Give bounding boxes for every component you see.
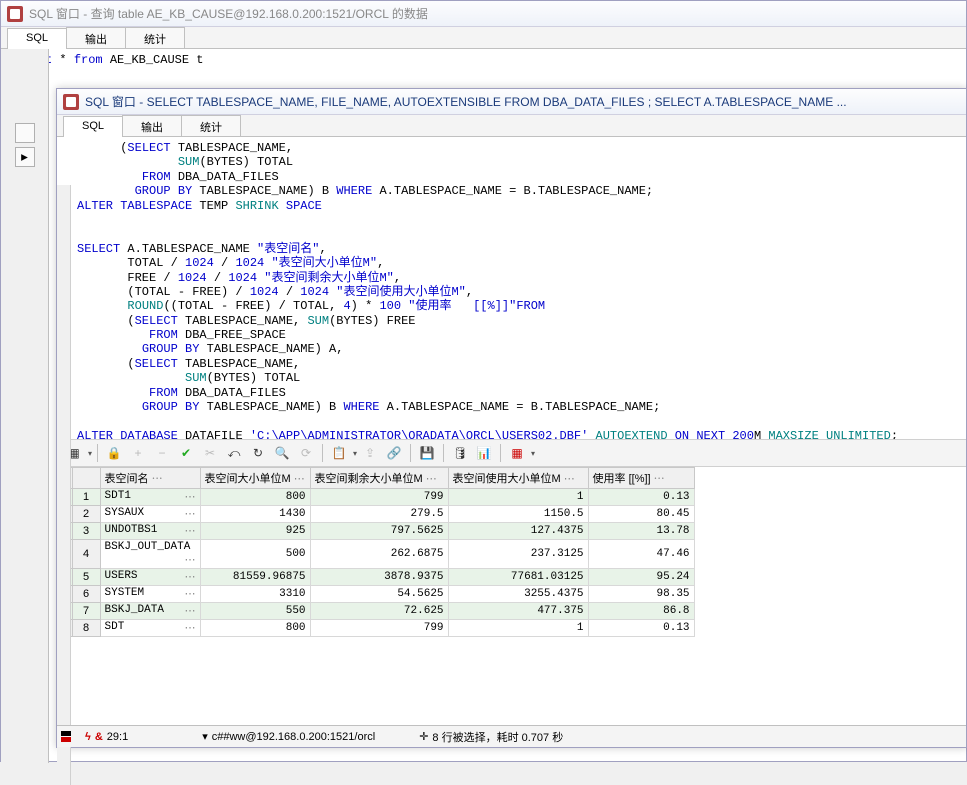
- tab-output-inner[interactable]: 输出: [122, 115, 182, 136]
- inner-sql-editor[interactable]: (SELECT TABLESPACE_NAME, SUM(BYTES) TOTA…: [57, 137, 966, 439]
- layout-button[interactable]: ▦: [506, 442, 528, 464]
- status-indicator-icon: [61, 731, 71, 742]
- error-icon: ϟ: [85, 731, 91, 743]
- inner-title: SQL 窗口 - SELECT TABLESPACE_NAME, FILE_NA…: [85, 93, 847, 110]
- find-button[interactable]: 🔍: [271, 442, 293, 464]
- db-button[interactable]: 🛢: [449, 442, 471, 464]
- cut-button[interactable]: ✂: [199, 442, 221, 464]
- inner-gutter: [57, 185, 71, 785]
- table-row[interactable]: 4BSKJ_OUT_DATA⋯500262.6875237.312547.46: [58, 540, 695, 569]
- sql-window-icon: [7, 6, 23, 22]
- delete-row-button[interactable]: −: [151, 442, 173, 464]
- gutter-button-1[interactable]: [15, 123, 35, 143]
- refresh-button[interactable]: ⟳: [295, 442, 317, 464]
- tab-output[interactable]: 输出: [66, 27, 126, 48]
- table-row[interactable]: 8SDT⋯80079910.13: [58, 620, 695, 637]
- redo-button[interactable]: ↻: [247, 442, 269, 464]
- save-button[interactable]: 💾: [416, 442, 438, 464]
- outer-tabs: SQL 输出 统计: [1, 27, 966, 49]
- lock-button[interactable]: 🔒: [103, 442, 125, 464]
- column-header[interactable]: 使用率 [[%]] ⋯: [588, 468, 694, 489]
- column-header[interactable]: 表空间使用大小单位M ⋯: [448, 468, 588, 489]
- gutter-button-2[interactable]: ▸: [15, 147, 35, 167]
- tab-stats[interactable]: 统计: [125, 27, 185, 48]
- commit-button[interactable]: ✔: [175, 442, 197, 464]
- column-header[interactable]: 表空间名 ⋯: [100, 468, 200, 489]
- link-button[interactable]: 🔗: [383, 442, 405, 464]
- outer-titlebar: SQL 窗口 - 查询 table AE_KB_CAUSE@192.168.0.…: [1, 1, 966, 27]
- table-row[interactable]: 2SYSAUX⋯1430279.51150.580.45: [58, 506, 695, 523]
- table-row[interactable]: 6SYSTEM⋯331054.56253255.437598.35: [58, 586, 695, 603]
- connection-label[interactable]: c##ww@192.168.0.200:1521/orcl: [212, 731, 375, 743]
- table-row[interactable]: 5USERS⋯81559.968753878.937577681.0312595…: [58, 569, 695, 586]
- table-row[interactable]: 7BSKJ_DATA⋯55072.625477.37586.8: [58, 603, 695, 620]
- add-row-button[interactable]: +: [127, 442, 149, 464]
- undo-button[interactable]: ⤺: [223, 442, 245, 464]
- status-message: 8 行被选择，耗时 0.707 秒: [432, 729, 563, 745]
- column-header[interactable]: 表空间大小单位M ⋯: [200, 468, 310, 489]
- table-row[interactable]: ▸1SDT1⋯80079910.13: [58, 489, 695, 506]
- inner-titlebar: SQL 窗口 - SELECT TABLESPACE_NAME, FILE_NA…: [57, 89, 966, 115]
- outer-title: SQL 窗口 - 查询 table AE_KB_CAUSE@192.168.0.…: [29, 5, 428, 22]
- table-row[interactable]: 3UNDOTBS1⋯925797.5625127.437513.78: [58, 523, 695, 540]
- sql-window-icon: [63, 94, 79, 110]
- crosshair-icon: ✛: [419, 730, 428, 743]
- outer-sql-editor[interactable]: select * from AE_KB_CAUSE t: [1, 49, 966, 73]
- export-button[interactable]: ⇪: [359, 442, 381, 464]
- inner-window: SQL 窗口 - SELECT TABLESPACE_NAME, FILE_NA…: [56, 88, 967, 748]
- tab-sql-inner[interactable]: SQL: [63, 116, 123, 137]
- chart-button[interactable]: 📊: [473, 442, 495, 464]
- inner-statusbar: ϟ & 29:1 ▾ c##ww@192.168.0.200:1521/orcl…: [57, 725, 966, 747]
- outer-gutter: ▸: [1, 49, 49, 763]
- tab-sql[interactable]: SQL: [7, 28, 67, 49]
- results-grid[interactable]: 表空间名 ⋯表空间大小单位M ⋯表空间剩余大小单位M ⋯表空间使用大小单位M ⋯…: [57, 467, 966, 715]
- tab-stats-inner[interactable]: 统计: [181, 115, 241, 136]
- inner-tabs: SQL 输出 统计: [57, 115, 966, 137]
- amp-icon: &: [95, 731, 103, 743]
- results-toolbar: ▦▾ 🔒 + − ✔ ✂ ⤺ ↻ 🔍 ⟳ 📋▾ ⇪ 🔗 💾 🛢 📊 ▦▾: [57, 439, 966, 467]
- cursor-position: 29:1: [107, 731, 128, 743]
- column-header[interactable]: 表空间剩余大小单位M ⋯: [310, 468, 448, 489]
- copy-button[interactable]: 📋: [328, 442, 350, 464]
